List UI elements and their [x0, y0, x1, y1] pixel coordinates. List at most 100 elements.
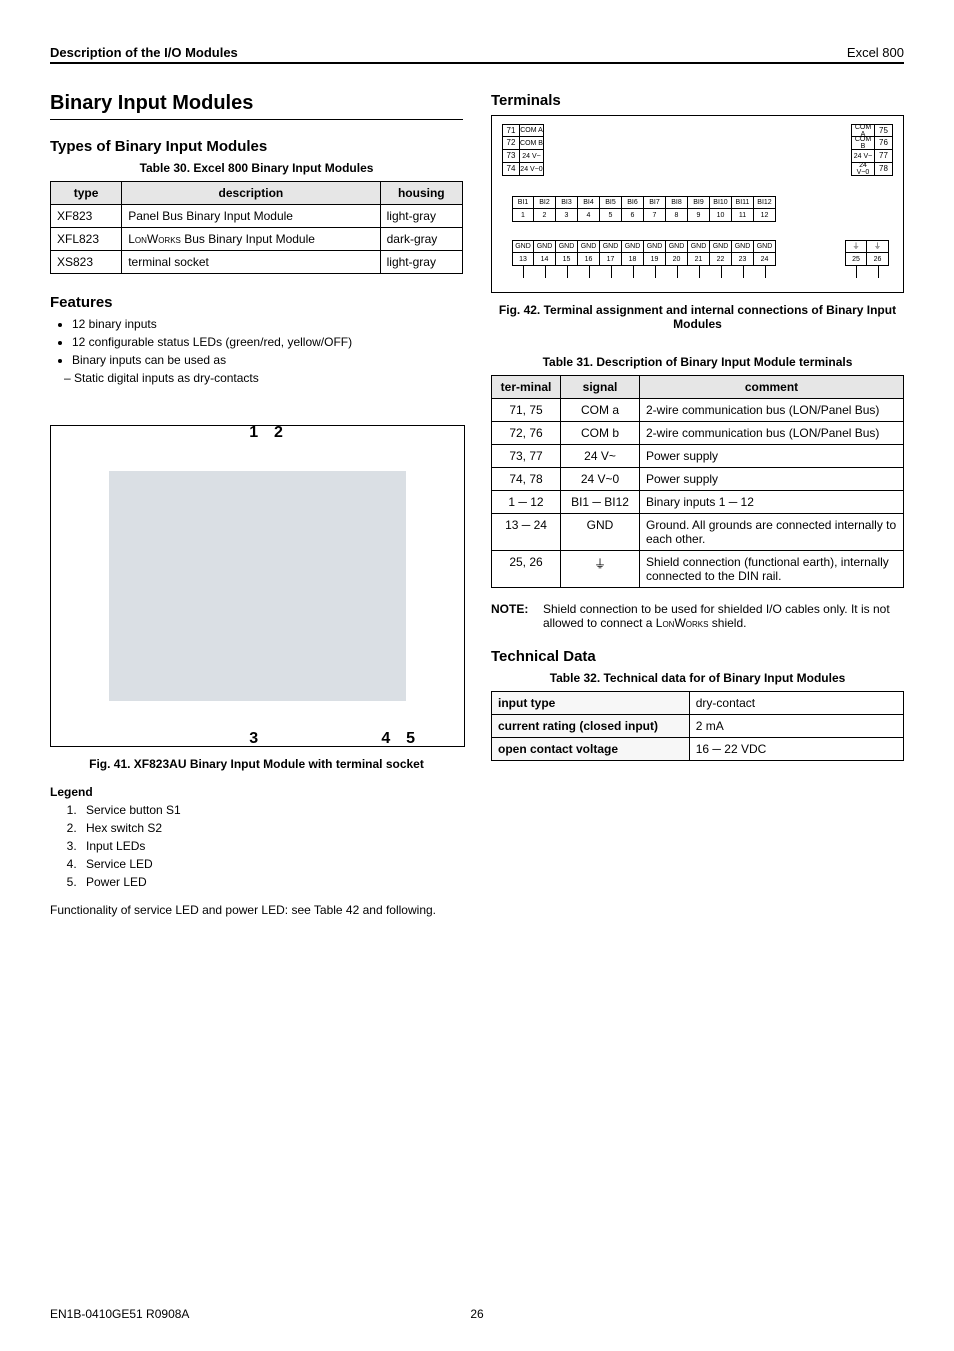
- figure-41: 1 2 3 4 5: [50, 425, 465, 747]
- diagram-shield-block: ⏚ ⏚ 25 26: [845, 240, 889, 278]
- gnd-num: 15: [556, 253, 578, 266]
- fig-callout-1: 1: [249, 424, 258, 442]
- table31-caption: Table 31. Description of Binary Input Mo…: [491, 355, 904, 369]
- footer-left: EN1B-0410GE51 R0908A: [50, 1307, 189, 1321]
- gnd-label: GND: [732, 240, 754, 253]
- earth-icon: ⏚: [867, 240, 889, 253]
- gnd-num: 13: [512, 253, 534, 266]
- types-title: Types of Binary Input Modules: [50, 138, 463, 155]
- gnd-label: GND: [622, 240, 644, 253]
- header-right: Excel 800: [847, 45, 904, 60]
- table-row: XFL823 LonWorks Bus Binary Input Module …: [51, 228, 463, 251]
- list-item: Power LED: [80, 875, 463, 889]
- fig-callout-2: 2: [274, 424, 283, 442]
- table-row: 74, 7824 V~0Power supply: [492, 468, 904, 491]
- table-row: XF823 Panel Bus Binary Input Module ligh…: [51, 205, 463, 228]
- bi-num: 12: [754, 209, 776, 222]
- table-row: current rating (closed input) 2 mA: [492, 715, 904, 738]
- bi-num: 1: [512, 209, 534, 222]
- header-left: Description of the I/O Modules: [50, 45, 238, 60]
- diagram-gnd-block: GNDGNDGNDGNDGNDGNDGNDGNDGNDGNDGNDGND 131…: [512, 240, 776, 278]
- fig42-caption: Fig. 42. Terminal assignment and interna…: [491, 303, 904, 331]
- bi-num: 6: [622, 209, 644, 222]
- bi-num: 7: [644, 209, 666, 222]
- table-row: 71, 75COM a2-wire communication bus (LON…: [492, 399, 904, 422]
- gnd-num: 21: [688, 253, 710, 266]
- table-row: 13 ─ 24GNDGround. All grounds are connec…: [492, 514, 904, 551]
- page-footer: EN1B-0410GE51 R0908A 26: [50, 1307, 904, 1321]
- table-row: 73, 7724 V~Power supply: [492, 445, 904, 468]
- table30: type description housing XF823 Panel Bus…: [50, 181, 463, 274]
- list-item: Service LED: [80, 857, 463, 871]
- bi-num: 2: [534, 209, 556, 222]
- tech-data-title: Technical Data: [491, 648, 904, 665]
- bi-num: 5: [600, 209, 622, 222]
- t31-h1: ter-minal: [492, 376, 561, 399]
- table-row: input type dry-contact: [492, 692, 904, 715]
- note-label: NOTE:: [491, 602, 543, 630]
- earth-icon: ⏚: [845, 240, 867, 253]
- bi-label: BI10: [710, 196, 732, 209]
- list-item: 12 binary inputs: [72, 317, 463, 331]
- bi-num: 10: [710, 209, 732, 222]
- table-row: 1 ─ 12BI1 ─ BI12Binary inputs 1 ─ 12: [492, 491, 904, 514]
- bi-num: 11: [732, 209, 754, 222]
- bi-label: BI7: [644, 196, 666, 209]
- gnd-num: 14: [534, 253, 556, 266]
- gnd-label: GND: [666, 240, 688, 253]
- diagram-left-top: 71COM A 72COM B 7324 V~ 7424 V~0: [502, 124, 544, 176]
- page-number: 26: [470, 1307, 483, 1321]
- section-title: Binary Input Modules: [50, 92, 463, 120]
- legend-list: Service button S1 Hex switch S2 Input LE…: [50, 803, 463, 889]
- fig-callout-3: 3: [249, 730, 258, 748]
- terminal-diagram: 71COM A 72COM B 7324 V~ 7424 V~0 COM A75…: [491, 115, 904, 293]
- table30-caption: Table 30. Excel 800 Binary Input Modules: [50, 161, 463, 175]
- gnd-label: GND: [710, 240, 732, 253]
- list-item: Binary inputs can be used as: [72, 353, 463, 367]
- list-item: Hex switch S2: [80, 821, 463, 835]
- table32: input type dry-contact current rating (c…: [491, 691, 904, 761]
- list-item: Static digital inputs as dry-contacts: [78, 371, 463, 385]
- diagram-right-top: COM A75 COM B76 24 V~77 24 V~078: [851, 124, 893, 176]
- t31-h3: comment: [640, 376, 904, 399]
- bi-label: BI12: [754, 196, 776, 209]
- table-row: XS823 terminal socket light-gray: [51, 251, 463, 274]
- features-list: 12 binary inputs 12 configurable status …: [50, 317, 463, 367]
- fig-callout-5: 5: [406, 730, 415, 748]
- diagram-bi-block: BI1BI2BI3BI4BI5BI6BI7BI8BI9BI10BI11BI12 …: [512, 196, 893, 222]
- bi-label: BI5: [600, 196, 622, 209]
- table31: ter-minal signal comment 71, 75COM a2-wi…: [491, 375, 904, 588]
- gnd-num: 22: [710, 253, 732, 266]
- list-item: Input LEDs: [80, 839, 463, 853]
- bi-label: BI6: [622, 196, 644, 209]
- bi-label: BI8: [666, 196, 688, 209]
- features-sublist: Static digital inputs as dry-contacts: [50, 371, 463, 385]
- list-item: Service button S1: [80, 803, 463, 817]
- gnd-label: GND: [754, 240, 776, 253]
- gnd-num: 24: [754, 253, 776, 266]
- gnd-label: GND: [644, 240, 666, 253]
- t31-h2: signal: [561, 376, 640, 399]
- bi-label: BI3: [556, 196, 578, 209]
- bi-num: 3: [556, 209, 578, 222]
- legend-title: Legend: [50, 785, 463, 799]
- bi-num: 8: [666, 209, 688, 222]
- table32-caption: Table 32. Technical data for of Binary I…: [491, 671, 904, 685]
- gnd-label: GND: [512, 240, 534, 253]
- right-column: Terminals 71COM A 72COM B 7324 V~ 7424 V…: [491, 92, 904, 929]
- gnd-num: 20: [666, 253, 688, 266]
- list-item: 12 configurable status LEDs (green/red, …: [72, 335, 463, 349]
- bi-label: BI9: [688, 196, 710, 209]
- gnd-label: GND: [578, 240, 600, 253]
- gnd-num: 23: [732, 253, 754, 266]
- note-text: Shield connection to be used for shielde…: [543, 602, 904, 630]
- t30-h3: housing: [380, 182, 462, 205]
- bi-num: 4: [578, 209, 600, 222]
- table-row: open contact voltage 16 ─ 22 VDC: [492, 738, 904, 761]
- note: NOTE: Shield connection to be used for s…: [491, 602, 904, 630]
- terminals-title: Terminals: [491, 92, 904, 109]
- bi-label: BI4: [578, 196, 600, 209]
- bi-label: BI11: [732, 196, 754, 209]
- func-text: Functionality of service LED and power L…: [50, 903, 463, 917]
- t30-h2: description: [122, 182, 380, 205]
